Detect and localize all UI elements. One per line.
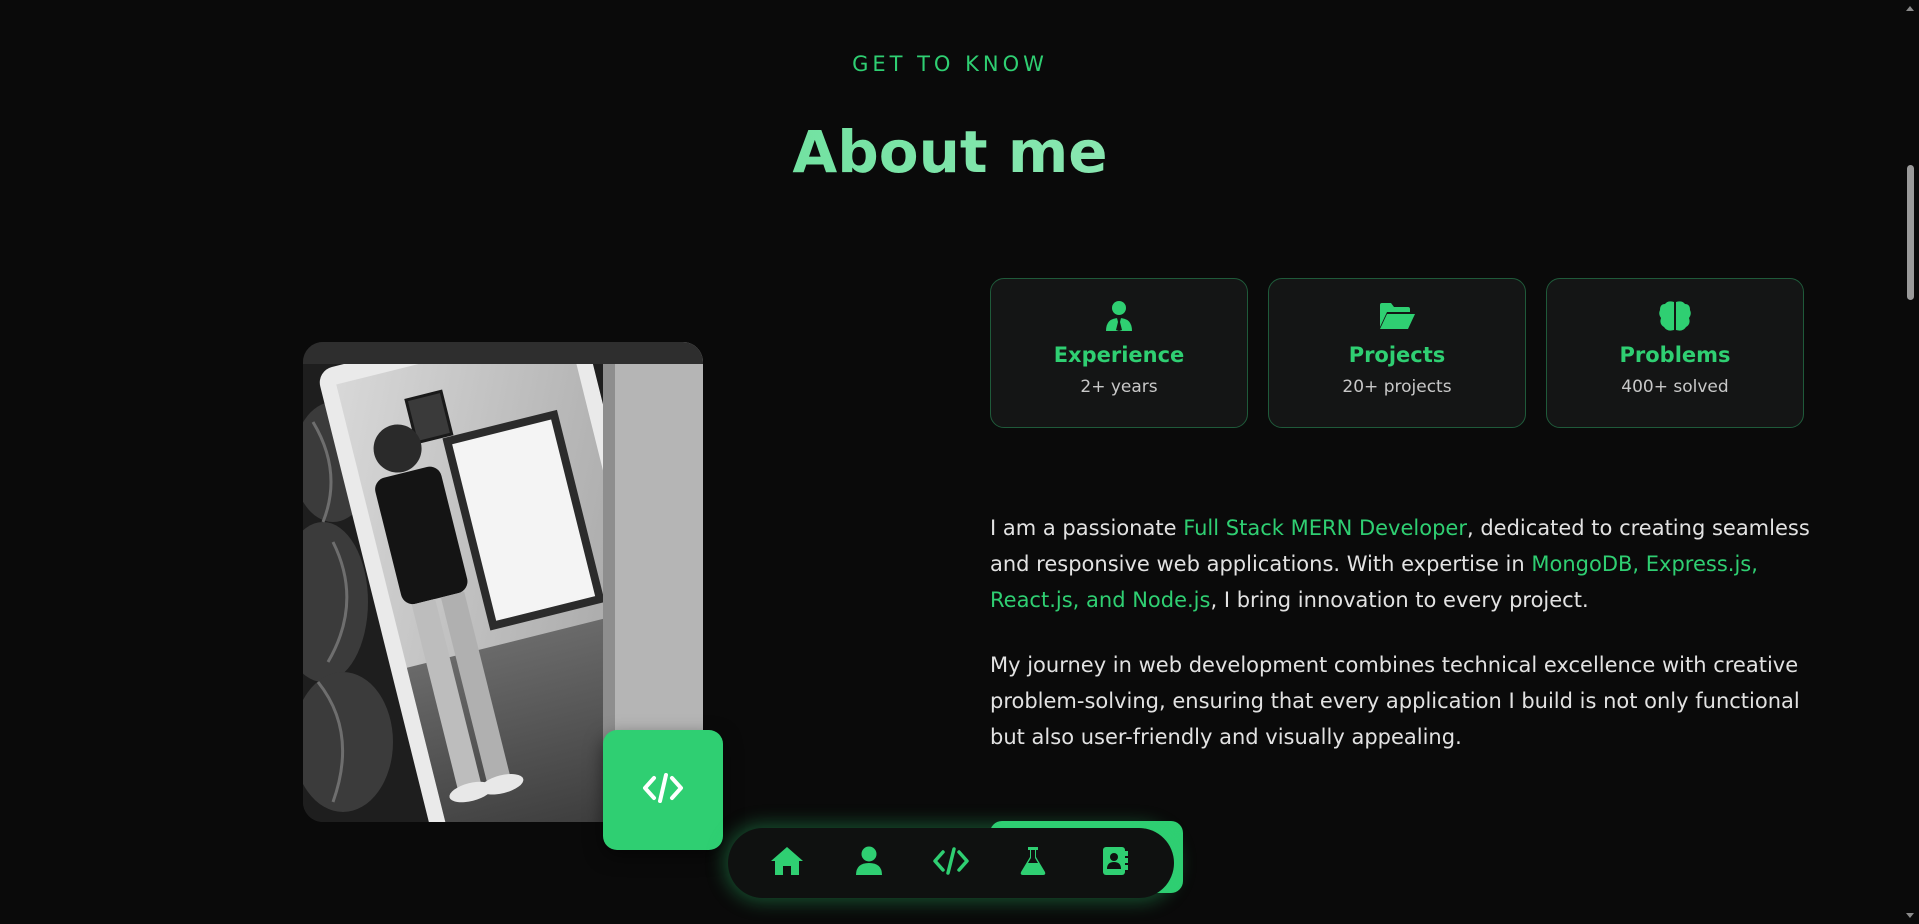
bio-highlight-role: Full Stack MERN Developer	[1183, 516, 1467, 540]
section-eyebrow: GET TO KNOW	[852, 52, 1048, 76]
page: GET TO KNOW About me Experience 2+ years…	[0, 0, 1919, 924]
nav-projects[interactable]	[925, 837, 977, 889]
bio-text: , I bring innovation to every project.	[1210, 588, 1589, 612]
stat-title: Problems	[1619, 343, 1731, 367]
scroll-up-arrow-icon[interactable]	[1906, 6, 1914, 11]
brain-icon	[1658, 299, 1692, 333]
scroll-down-arrow-icon[interactable]	[1906, 913, 1914, 918]
stat-card-problems: Problems 400+ solved	[1546, 278, 1804, 428]
bio-text: I am a passionate	[990, 516, 1184, 540]
bio-paragraph-1: I am a passionate Full Stack MERN Develo…	[990, 510, 1810, 618]
bio-paragraph-2: My journey in web development combines t…	[990, 653, 1800, 749]
stat-card-projects: Projects 20+ projects	[1268, 278, 1526, 428]
stat-title: Experience	[1053, 343, 1185, 367]
stats-cards: Experience 2+ years Projects 20+ project…	[990, 278, 1804, 428]
nav-about[interactable]	[843, 837, 895, 889]
home-icon	[770, 846, 804, 880]
nav-contact[interactable]	[1089, 837, 1141, 889]
user-icon	[855, 846, 883, 880]
folder-open-icon	[1378, 299, 1416, 333]
stat-card-experience: Experience 2+ years	[990, 278, 1248, 428]
section-title: About me	[0, 118, 1900, 186]
nav-experiments[interactable]	[1007, 837, 1059, 889]
flask-icon	[1019, 846, 1047, 880]
address-book-icon	[1101, 846, 1129, 880]
stat-subtitle: 20+ projects	[1342, 377, 1452, 397]
scrollbar[interactable]	[1902, 0, 1919, 924]
stat-subtitle: 400+ solved	[1621, 377, 1729, 397]
nav-home[interactable]	[761, 837, 813, 889]
code-badge	[603, 730, 723, 850]
scrollbar-thumb[interactable]	[1907, 165, 1914, 300]
code-icon	[642, 772, 684, 808]
stat-subtitle: 2+ years	[1080, 377, 1158, 397]
stat-title: Projects	[1348, 343, 1446, 367]
bottom-nav	[728, 828, 1174, 898]
user-tie-icon	[1105, 299, 1133, 333]
code-icon	[932, 847, 970, 879]
bio: I am a passionate Full Stack MERN Develo…	[990, 510, 1810, 784]
